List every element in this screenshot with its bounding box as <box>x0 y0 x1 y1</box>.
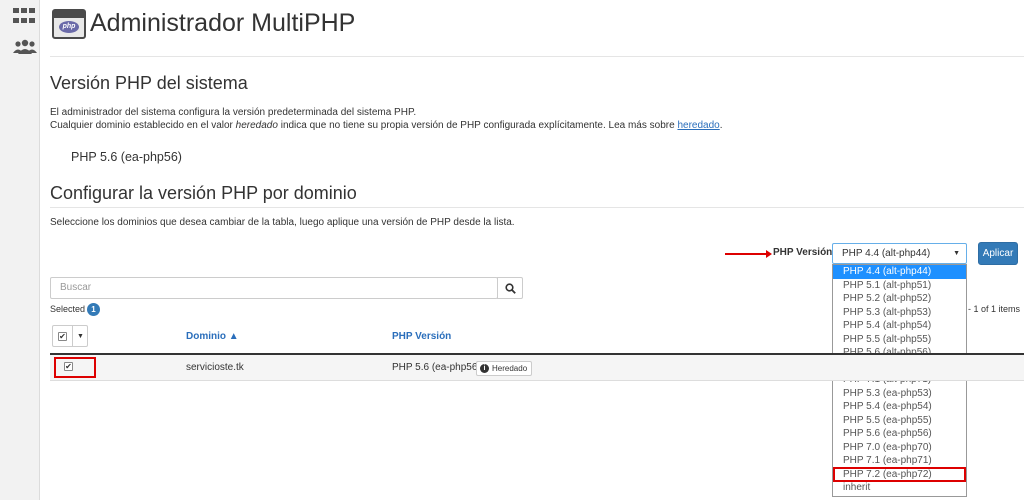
dropdown-option[interactable]: PHP 7.0 (ea-php70) <box>833 441 966 455</box>
main-content: php Administrador MultiPHP Versión PHP d… <box>40 0 1024 500</box>
row-php-version: PHP 5.6 (ea-php56) <box>392 362 481 373</box>
apps-grid-icon[interactable] <box>13 8 35 26</box>
column-header-domain[interactable]: Dominio ▲ <box>186 331 239 342</box>
dropdown-option[interactable]: PHP 5.2 (alt-php52) <box>833 292 966 306</box>
highlight-frame-annotation <box>54 357 96 378</box>
dropdown-option[interactable]: inherit <box>833 481 966 495</box>
red-arrow-annotation <box>725 250 772 258</box>
select-all-checkbox[interactable]: ✔ <box>58 332 67 341</box>
search-button[interactable] <box>497 277 523 299</box>
users-icon[interactable] <box>13 39 37 57</box>
page-title: Administrador MultiPHP <box>90 9 356 37</box>
left-sidebar <box>0 0 40 500</box>
section-divider <box>50 207 1024 208</box>
system-php-description: El administrador del sistema configura l… <box>50 107 723 131</box>
per-domain-title: Configurar la versión PHP por dominio <box>50 183 357 203</box>
selected-count-badge: 1 <box>87 303 100 316</box>
dropdown-option[interactable]: PHP 5.6 (ea-php56) <box>833 427 966 441</box>
dropdown-option[interactable]: PHP 7.2 (ea-php72) <box>833 466 966 482</box>
dropdown-option[interactable]: PHP 5.3 (alt-php53) <box>833 306 966 320</box>
selected-label: Selected <box>50 304 86 314</box>
php-version-label: PHP Versión <box>773 247 833 258</box>
row-checkbox[interactable]: ✔ <box>64 362 73 371</box>
dropdown-option[interactable]: PHP 4.4 (alt-php44) <box>833 265 966 279</box>
per-domain-description: Seleccione los dominios que desea cambia… <box>50 217 515 228</box>
pagination-summary: - 1 of 1 items <box>968 304 1021 314</box>
dropdown-option[interactable]: PHP 5.4 (alt-php54) <box>833 319 966 333</box>
select-caret-icon: ▼ <box>953 250 960 257</box>
php-version-select[interactable]: PHP 4.4 (alt-php44) ▼ <box>832 243 967 264</box>
column-header-php-version[interactable]: PHP Versión <box>392 331 451 342</box>
header-divider <box>50 56 1024 57</box>
dropdown-option[interactable]: PHP 5.5 (alt-php55) <box>833 333 966 347</box>
php-logo-icon: php <box>52 9 86 39</box>
dropdown-option[interactable]: PHP 5.3 (ea-php53) <box>833 387 966 401</box>
system-php-title: Versión PHP del sistema <box>50 73 248 93</box>
dropdown-option[interactable]: PHP 5.5 (ea-php55) <box>833 414 966 428</box>
search-input[interactable]: Buscar <box>50 277 498 299</box>
search-icon <box>505 283 516 294</box>
dropdown-option[interactable]: PHP 5.4 (ea-php54) <box>833 400 966 414</box>
heredado-link[interactable]: heredado <box>677 120 719 131</box>
info-icon: i <box>480 364 489 373</box>
apply-button[interactable]: Aplicar <box>978 242 1018 265</box>
row-domain: servicioste.tk <box>186 362 244 373</box>
dropdown-option[interactable]: PHP 5.1 (alt-php51) <box>833 279 966 293</box>
select-all-control[interactable]: ✔ ▼ <box>52 325 88 347</box>
select-all-dropdown-icon[interactable]: ▼ <box>77 333 84 340</box>
dropdown-option[interactable]: PHP 7.1 (ea-php71) <box>833 454 966 468</box>
table-row: ✔ servicioste.tk PHP 5.6 (ea-php56) i He… <box>50 355 1024 381</box>
system-php-version-value: PHP 5.6 (ea-php56) <box>71 150 182 164</box>
inherited-badge: i Heredado <box>476 361 533 376</box>
